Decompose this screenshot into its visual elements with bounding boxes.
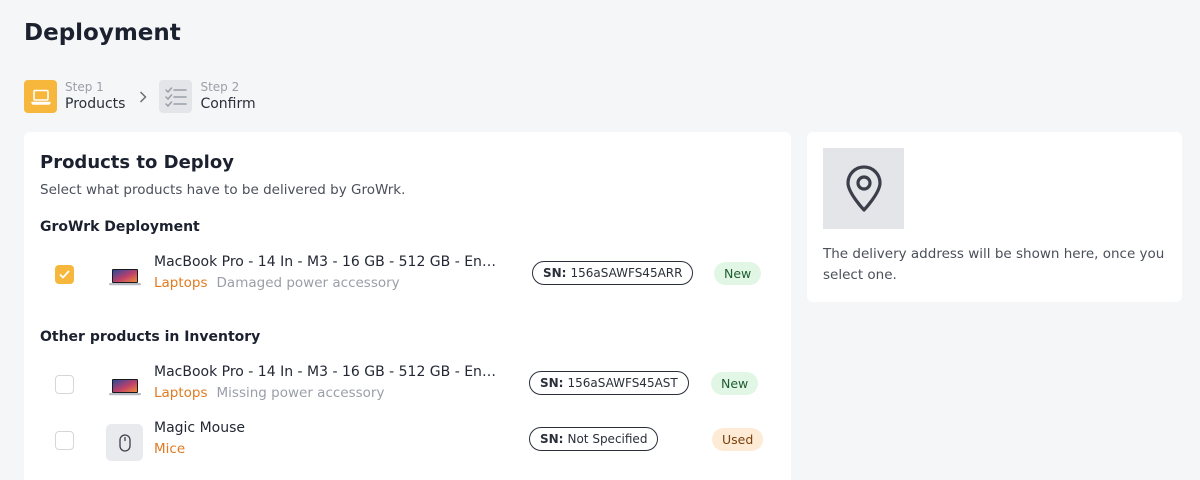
- serial-number-pill: SN: Not Specified: [529, 427, 659, 451]
- sn-value: Not Specified: [567, 432, 648, 446]
- step-number: Step 2: [200, 80, 240, 94]
- delivery-address-placeholder: The delivery address will be shown here,…: [823, 246, 1165, 283]
- location-pin-icon: [823, 148, 904, 229]
- sn-label: SN:: [543, 266, 567, 280]
- delivery-address-card: The delivery address will be shown here,…: [807, 132, 1182, 302]
- product-condition: Missing power accessory: [216, 385, 385, 401]
- step-products[interactable]: Step 1 Products: [24, 80, 125, 113]
- products-card: Products to Deploy Select what products …: [24, 132, 791, 480]
- laptop-icon: [24, 80, 57, 113]
- sn-value: 156aSAWFS45AST: [567, 376, 678, 390]
- step-label: Confirm: [200, 96, 256, 112]
- status-badge: New: [711, 372, 759, 395]
- product-name: Magic Mouse: [154, 420, 246, 436]
- mouse-icon: [106, 424, 143, 461]
- status-badge: New: [714, 262, 762, 285]
- product-checkbox[interactable]: [55, 375, 74, 394]
- group-title-growrk: GroWrk Deployment: [40, 219, 200, 235]
- status-badge: Used: [712, 428, 764, 451]
- product-name: MacBook Pro - 14 In - M3 - 16 GB - 512 G…: [154, 254, 504, 270]
- laptop-thumbnail: [106, 258, 143, 295]
- sn-value: 156aSAWFS45ARR: [570, 266, 683, 280]
- product-condition: Damaged power accessory: [216, 275, 400, 291]
- serial-number-pill: SN: 156aSAWFS45AST: [529, 371, 689, 395]
- stepper: Step 1 Products Step 2 Confirm: [24, 80, 256, 113]
- checklist-icon: [159, 80, 193, 113]
- product-category: Laptops: [154, 275, 208, 291]
- group-title-inventory: Other products in Inventory: [40, 329, 261, 345]
- product-name: MacBook Pro - 14 In - M3 - 16 GB - 512 G…: [154, 364, 504, 380]
- product-row[interactable]: MacBook Pro - 14 In - M3 - 16 GB - 512 G…: [24, 254, 791, 298]
- product-checkbox[interactable]: [55, 265, 74, 284]
- page-title: Deployment: [24, 20, 181, 46]
- product-category: Mice: [154, 441, 186, 457]
- product-category: Laptops: [154, 385, 208, 401]
- products-card-subtitle: Select what products have to be delivere…: [40, 182, 406, 198]
- serial-number-pill: SN: 156aSAWFS45ARR: [532, 261, 694, 285]
- sn-label: SN:: [540, 432, 564, 446]
- product-row[interactable]: Magic Mouse Mice SN: Not Specified Used: [24, 420, 791, 464]
- chevron-right-icon: [139, 90, 148, 103]
- product-checkbox[interactable]: [55, 431, 74, 450]
- products-card-title: Products to Deploy: [40, 152, 234, 173]
- step-confirm[interactable]: Step 2 Confirm: [159, 80, 256, 113]
- sn-label: SN:: [540, 376, 564, 390]
- product-row[interactable]: MacBook Pro - 14 In - M3 - 16 GB - 512 G…: [24, 364, 791, 408]
- step-number: Step 1: [65, 80, 104, 94]
- laptop-thumbnail: [106, 368, 143, 405]
- step-label: Products: [65, 96, 126, 112]
